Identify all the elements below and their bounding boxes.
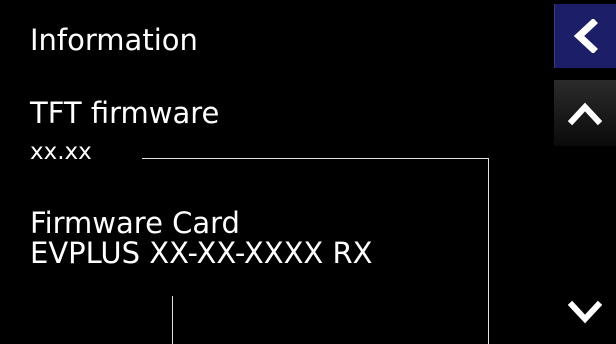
tft-firmware-value: xx.xx — [30, 139, 92, 165]
back-button[interactable] — [554, 4, 616, 68]
firmware-card-label: Firmware Card — [30, 206, 240, 240]
divider-horizontal — [142, 158, 489, 159]
divider-vertical-left — [172, 296, 173, 344]
page-title: Information — [30, 23, 198, 57]
chevron-left-icon — [571, 19, 601, 53]
divider-vertical-right — [488, 158, 489, 344]
scroll-up-button[interactable] — [554, 80, 616, 146]
information-screen: Information TFT firmware xx.xx Firmware … — [0, 0, 616, 344]
chevron-up-icon — [568, 100, 602, 126]
chevron-down-icon — [568, 299, 602, 325]
firmware-card-value: EVPLUS XX-XX-XXXX RX — [30, 236, 373, 270]
tft-firmware-label: TFT firmware — [30, 96, 220, 130]
scroll-down-button[interactable] — [554, 280, 616, 344]
